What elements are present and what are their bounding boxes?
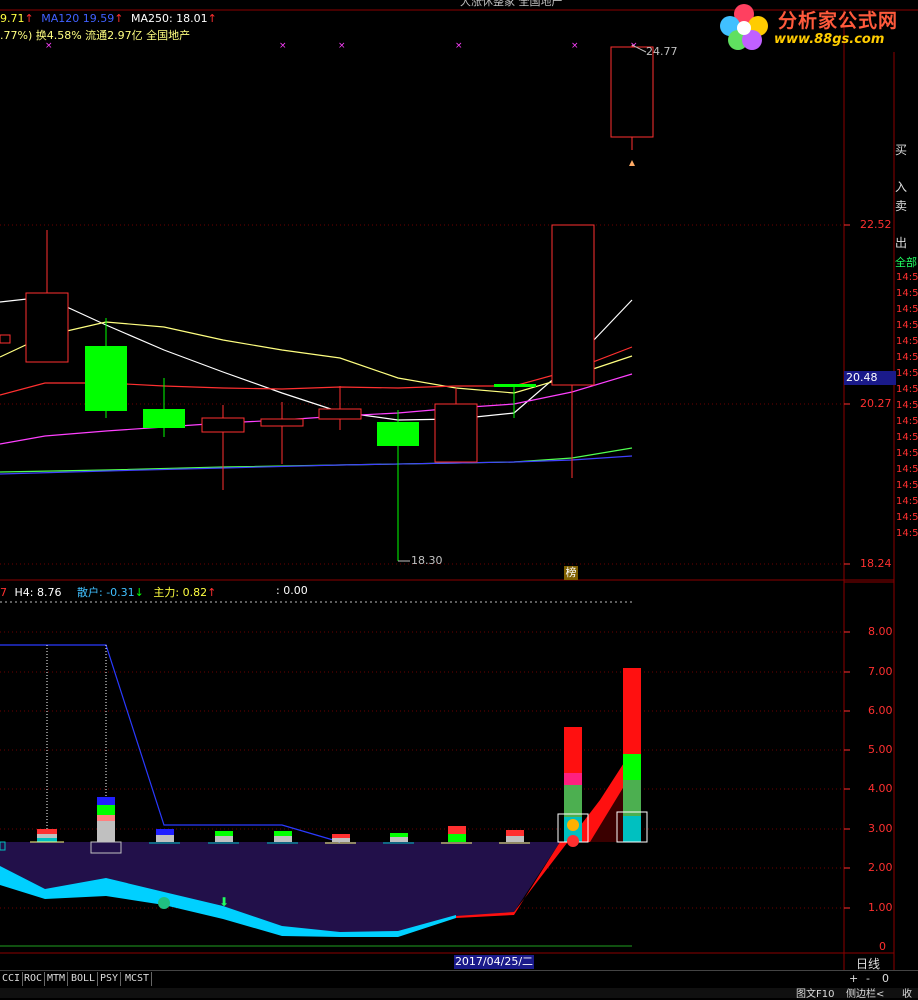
- side-time-entry: 14:5: [896, 304, 918, 315]
- tab-mcst[interactable]: MCST: [123, 972, 153, 986]
- svg-text:×: ×: [338, 41, 346, 51]
- logo-title: 分析家公式网: [778, 10, 899, 32]
- candle-9: [434, 388, 478, 463]
- side-in: 入: [895, 180, 908, 194]
- side-time-entry: 14:5: [896, 432, 918, 443]
- retail-label: 散户:: [76, 586, 103, 599]
- candle-5: [201, 405, 245, 490]
- ind-axis-2: 2.00: [868, 861, 893, 874]
- indicator-extra: : 0.00: [276, 584, 308, 597]
- ind-axis-4: 4.00: [868, 782, 893, 795]
- logo-url: www.88gs.com: [774, 32, 885, 47]
- side-time-entry: 14:5: [896, 320, 918, 331]
- up-arrow-icon: ↑: [24, 12, 34, 25]
- low-price-annotation: 18.30: [411, 554, 443, 567]
- down-arrow-icon: ⬇: [219, 895, 229, 909]
- up-signal-icon: [567, 819, 579, 831]
- svg-text:×: ×: [455, 41, 463, 51]
- current-price-box: 20.48: [844, 371, 896, 385]
- price-label-mid: 20.27: [860, 397, 892, 410]
- side-time-entry: 14:5: [896, 480, 918, 491]
- ind-axis-6: 6.00: [868, 704, 893, 717]
- site-logo: 分析家公式网 www.88gs.com: [716, 0, 918, 52]
- svg-text:×: ×: [279, 41, 287, 51]
- ma250-label: MA250:: [130, 12, 173, 25]
- side-sell[interactable]: 卖: [895, 197, 918, 214]
- side-all[interactable]: 全部: [895, 254, 918, 270]
- ma250-value: 18.01: [176, 12, 208, 25]
- side-time-entry: 14:5: [896, 288, 918, 299]
- candles: [0, 45, 654, 561]
- axis-ticks: [844, 224, 850, 909]
- price-label-high: 22.52: [860, 218, 892, 231]
- up-arrow-icon: [629, 160, 635, 166]
- side-time-entry: 14:5: [896, 352, 918, 363]
- plus-signal-icon: [567, 835, 579, 847]
- side-time-entry: 14:5: [896, 512, 918, 523]
- date-cursor: 2017/04/25/二: [454, 955, 534, 969]
- main-force-label: 主力:: [153, 586, 180, 599]
- stock-chart[interactable]: ××× ×××: [0, 0, 918, 998]
- side-time-entry: 14:5: [896, 400, 918, 411]
- tab-psy[interactable]: PSY: [98, 972, 122, 986]
- tab-cci[interactable]: CCI: [0, 972, 24, 986]
- ma-short-value: 9.71: [0, 12, 25, 25]
- retail-value: -0.31: [106, 586, 135, 599]
- ind-axis-5: 5.00: [868, 743, 893, 756]
- candle-11: [551, 224, 595, 478]
- side-time-entry: 14:5: [896, 496, 918, 507]
- candle-8: [377, 410, 419, 561]
- ma120-value: 19.59: [82, 12, 115, 25]
- side-time-entry: 14:5: [896, 448, 918, 459]
- h4-label: H4:: [14, 586, 34, 599]
- zoom-in-button[interactable]: +: [849, 972, 858, 985]
- tab-roc[interactable]: ROC: [22, 972, 46, 986]
- indicator-header: 7 H4: 8.76 散户: -0.31↓ 主力: 0.82↑: [0, 584, 216, 600]
- ma-header: 9.71↑ MA120 19.59↑ MA250: 18.01↑: [0, 12, 217, 25]
- ind-axis-7: 7.00: [868, 665, 893, 678]
- status-strip: 图文F10 侧边栏< 收: [0, 988, 918, 1000]
- ind-axis-8: 8.00: [868, 625, 893, 638]
- high-price-annotation: 24.77: [646, 45, 678, 58]
- side-time-entry: 14:5: [896, 272, 918, 283]
- candle-2: [25, 230, 69, 363]
- candle-6: [260, 402, 304, 464]
- indicator-marker: 7: [0, 586, 7, 599]
- side-time-entry: 14:5: [896, 368, 918, 379]
- up-arrow-icon: ↑: [207, 586, 217, 599]
- up-arrow-icon: ↑: [207, 12, 217, 25]
- stock-stats: .77%) 换4.58% 流通2.97亿 全国地产: [0, 29, 191, 42]
- ind-axis-1: 1.00: [868, 901, 893, 914]
- rank-badge[interactable]: 榜: [564, 566, 578, 580]
- up-arrow-icon: ↑: [114, 12, 124, 25]
- side-out: 出: [895, 236, 908, 250]
- side-time-entry: 14:5: [896, 528, 918, 539]
- side-time-entry: 14:5: [896, 384, 918, 395]
- window-title: 大涨休整家 全国地产: [460, 0, 563, 8]
- indicator-blue-line: [0, 644, 341, 843]
- tab-boll[interactable]: BOLL: [69, 972, 99, 986]
- ma120-label: MA120: [41, 12, 80, 25]
- zoom-out-button[interactable]: -: [866, 972, 870, 985]
- svg-text:×: ×: [571, 41, 579, 51]
- tab-mtm[interactable]: MTM: [45, 972, 69, 986]
- candle-1: [0, 334, 11, 344]
- side-buy[interactable]: 买: [895, 141, 918, 158]
- h4-value: 8.76: [36, 586, 62, 599]
- price-label-low: 18.24: [860, 557, 892, 570]
- ma-green: [0, 447, 633, 473]
- candle-12: [610, 45, 654, 150]
- ind-axis-0: 0: [879, 940, 886, 953]
- down-signal-icon: [158, 897, 170, 909]
- side-time-entry: 14:5: [896, 336, 918, 347]
- candle-3: [85, 318, 127, 418]
- candle-7: [318, 386, 362, 430]
- ind-axis-3: 3.00: [868, 822, 893, 835]
- reset-button[interactable]: 0: [882, 972, 889, 985]
- down-arrow-icon: ↓: [134, 586, 144, 599]
- main-force-value: 0.82: [182, 586, 208, 599]
- side-time-entry: 14:5: [896, 464, 918, 475]
- side-time-entry: 14:5: [896, 416, 918, 427]
- flower-logo-icon: [720, 4, 768, 50]
